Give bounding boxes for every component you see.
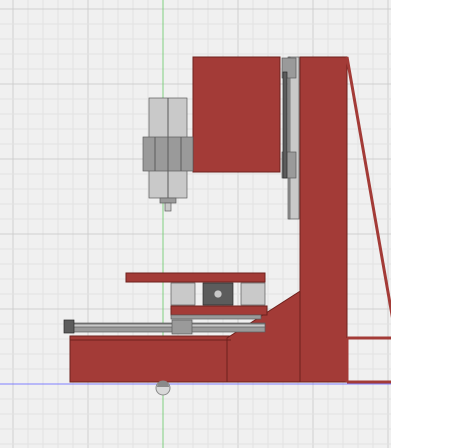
spindle-shaft[interactable] [164,202,172,212]
saddle-rail [170,314,262,320]
y-bearing-left[interactable] [170,282,196,306]
stepper-shaft [213,289,223,299]
z-axis-plate[interactable] [192,56,281,173]
spindle-collet[interactable] [159,197,177,204]
cad-scene[interactable] [0,0,391,448]
z-rail[interactable] [288,56,300,220]
work-table[interactable] [125,272,266,283]
z-rail-edge [287,56,291,220]
origin-icon[interactable] [155,380,171,396]
base-block[interactable] [69,335,234,383]
leadscrew-nut[interactable] [171,319,193,335]
blank-margin [391,0,459,448]
column[interactable] [299,56,348,383]
y-bearing-right[interactable] [240,282,266,306]
saddle-plate[interactable] [170,305,268,316]
z-carriage-slot [282,71,288,179]
cad-viewport[interactable] [0,0,391,448]
x-rail-top [69,323,266,328]
leadscrew-end-bearing[interactable] [63,319,75,334]
